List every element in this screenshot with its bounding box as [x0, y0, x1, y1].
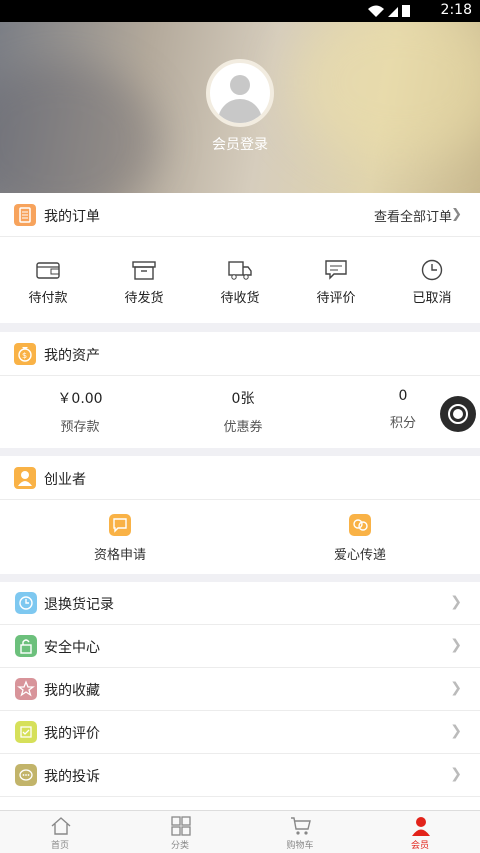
- assets-header: $ 我的资产: [0, 332, 480, 376]
- orders-card: 我的订单 查看全部订单 ❯ 待付款 待发货 待收货 待评价 已取消: [0, 193, 480, 323]
- tab-member[interactable]: 会员: [360, 811, 480, 853]
- tab-home[interactable]: 首页: [0, 811, 120, 853]
- tab-cart[interactable]: 购物车: [240, 811, 360, 853]
- chat-icon: [15, 764, 37, 786]
- entrepreneur-card: 创业者 资格申请 爱心传递: [0, 456, 480, 574]
- tab-category[interactable]: 分类: [120, 811, 240, 853]
- view-all-orders-link[interactable]: 查看全部订单: [374, 206, 452, 225]
- profile-header: 会员登录: [0, 22, 480, 193]
- status-bar: 2:18: [0, 0, 480, 22]
- chevron-right-icon: ❯: [450, 766, 462, 782]
- chevron-right-icon: ❯: [450, 594, 462, 610]
- love-share-icon: [349, 514, 371, 536]
- application-icon: [109, 514, 131, 536]
- customer-service-button[interactable]: [440, 396, 476, 432]
- tab-label: 首页: [50, 841, 69, 851]
- order-cancelled[interactable]: 已取消: [384, 237, 480, 323]
- menu-label: 退换货记录: [44, 597, 114, 613]
- clock-icon: [421, 259, 443, 281]
- menu-label: 我的投诉: [44, 769, 100, 785]
- avatar[interactable]: [206, 59, 274, 127]
- asset-value: ￥0.00: [57, 391, 103, 407]
- order-pending-shipment[interactable]: 待发货: [96, 237, 192, 323]
- lock-icon: [15, 635, 37, 657]
- clock-icon: [15, 592, 37, 614]
- order-label: 待评价: [316, 291, 356, 306]
- menu-label: 安全中心: [44, 640, 100, 656]
- entrepreneur-header: 创业者: [0, 456, 480, 500]
- menu-reviews[interactable]: 我的评价 ❯: [0, 711, 480, 754]
- entrepreneur-label: 爱心传递: [333, 548, 386, 563]
- order-pending-receipt[interactable]: 待收货: [192, 237, 288, 323]
- svg-text:$: $: [22, 351, 27, 360]
- order-label: 待付款: [28, 291, 68, 306]
- chevron-right-icon: ❯: [450, 637, 462, 653]
- chevron-right-icon: ❯: [451, 207, 462, 222]
- tab-label: 分类: [170, 841, 189, 851]
- person-icon: [14, 467, 36, 489]
- asset-label: 预存款: [60, 420, 100, 435]
- menu-returns[interactable]: 退换货记录 ❯: [0, 582, 480, 625]
- cart-icon: [291, 817, 311, 835]
- order-label: 待收货: [220, 291, 260, 306]
- wallet-icon: [36, 262, 60, 279]
- status-time: 2:18: [440, 2, 472, 18]
- member-icon: [412, 817, 430, 836]
- orders-title: 我的订单: [44, 209, 100, 225]
- qualification-apply[interactable]: 资格申请: [0, 514, 240, 563]
- truck-icon: [228, 261, 252, 280]
- status-icons: [366, 3, 426, 23]
- menu-complaints[interactable]: 我的投诉 ❯: [0, 754, 480, 797]
- order-label: 待发货: [124, 291, 164, 306]
- menu-favorites[interactable]: 我的收藏 ❯: [0, 668, 480, 711]
- order-pending-review[interactable]: 待评价: [288, 237, 384, 323]
- star-icon: [15, 678, 37, 700]
- love-share[interactable]: 爱心传递: [240, 514, 480, 563]
- money-bag-icon: $: [14, 343, 36, 365]
- member-login-link[interactable]: 会员登录: [0, 134, 480, 154]
- grid-icon: [171, 816, 191, 836]
- comment-icon: [325, 260, 347, 280]
- menu-label: 我的收藏: [44, 683, 100, 699]
- order-label: 已取消: [412, 291, 452, 306]
- menu-security[interactable]: 安全中心 ❯: [0, 625, 480, 668]
- tab-label: 购物车: [286, 841, 314, 851]
- asset-label: 优惠券: [223, 420, 263, 435]
- tab-label: 会员: [410, 841, 429, 851]
- entrepreneur-label: 资格申请: [93, 548, 146, 563]
- asset-prepaid[interactable]: ￥0.00 预存款: [0, 388, 160, 435]
- review-icon: [15, 721, 37, 743]
- menu-label: 我的评价: [44, 726, 100, 742]
- asset-value: 0张: [231, 391, 255, 407]
- bottom-tab-bar: 首页 分类 购物车 会员: [0, 810, 480, 853]
- entrepreneur-title: 创业者: [44, 472, 86, 488]
- box-icon: [132, 261, 156, 280]
- chevron-right-icon: ❯: [450, 723, 462, 739]
- orders-header[interactable]: 我的订单 查看全部订单 ❯: [0, 193, 480, 237]
- order-pending-payment[interactable]: 待付款: [0, 237, 96, 323]
- home-icon: [51, 817, 71, 835]
- asset-coupons[interactable]: 0张 优惠券: [163, 388, 323, 435]
- assets-card: $ 我的资产 ￥0.00 预存款 0张 优惠券 0 积分: [0, 332, 480, 448]
- chevron-right-icon: ❯: [450, 680, 462, 696]
- menu-list: 退换货记录 ❯ 安全中心 ❯ 我的收藏 ❯ 我的评价 ❯ 我的投诉 ❯: [0, 582, 480, 822]
- assets-title: 我的资产: [44, 348, 100, 364]
- order-list-icon: [14, 204, 36, 226]
